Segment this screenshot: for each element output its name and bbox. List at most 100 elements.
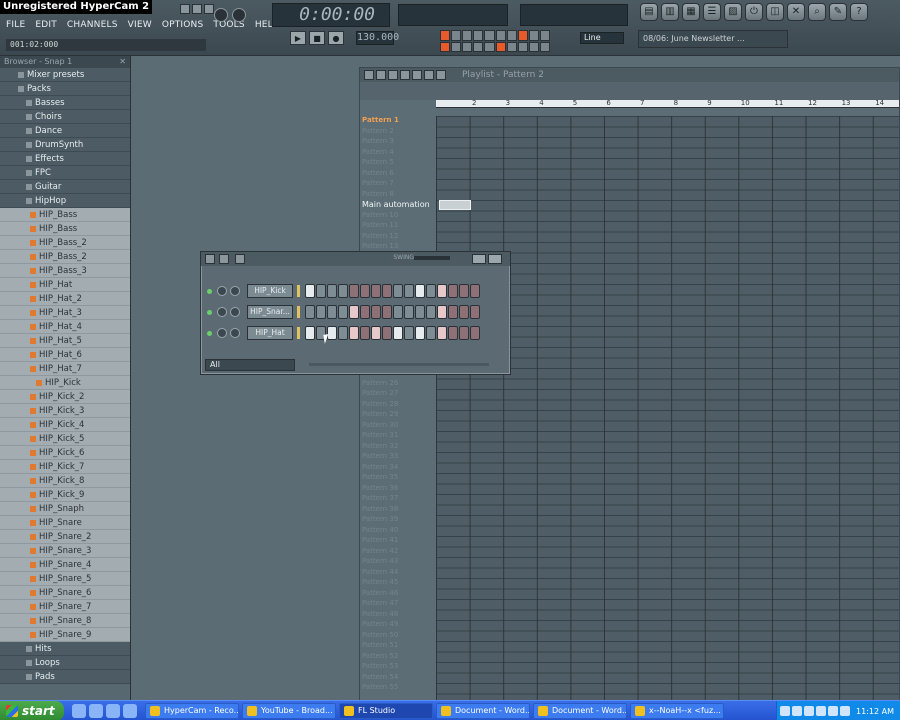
minimize-icon[interactable] [180, 4, 190, 14]
mode-button[interactable] [495, 30, 506, 41]
steps-icon[interactable] [488, 254, 502, 264]
window-menu-icon[interactable] [364, 70, 374, 80]
pattern-track-name[interactable]: Pattern 51 [362, 641, 434, 652]
menu-edit[interactable]: EDIT [35, 20, 57, 30]
paint-tool-icon[interactable] [388, 70, 398, 80]
menu-view[interactable]: VIEW [128, 20, 152, 30]
pattern-track-name[interactable]: Pattern 39 [362, 515, 434, 526]
play-button[interactable]: ▶ [290, 31, 306, 45]
render-icon[interactable]: ◫ [766, 3, 784, 21]
browser-file[interactable]: HIP_Snare_8 [0, 614, 130, 628]
browser-file[interactable]: HIP_Kick_2 [0, 390, 130, 404]
start-button[interactable]: start [0, 700, 64, 720]
pattern-track-name[interactable]: Pattern 28 [362, 400, 434, 411]
menu-channels[interactable]: CHANNELS [67, 20, 118, 30]
mode-button[interactable] [506, 41, 517, 52]
pattern-track-name[interactable]: Pattern 35 [362, 473, 434, 484]
mode-button[interactable] [506, 30, 517, 41]
channel-name-button[interactable]: HIP_Snar... [247, 305, 293, 319]
swing-slider[interactable] [414, 256, 450, 260]
pattern-track-name[interactable]: Pattern 50 [362, 631, 434, 642]
step-button[interactable] [437, 326, 447, 340]
taskbar-task[interactable]: Document - Word... [533, 702, 627, 719]
step-button[interactable] [393, 284, 403, 298]
step-sequencer-icon[interactable]: ▥ [661, 3, 679, 21]
email-launch-icon[interactable] [89, 703, 103, 718]
mode-button[interactable] [495, 41, 506, 52]
step-button[interactable] [316, 305, 326, 319]
step-button[interactable] [415, 305, 425, 319]
pattern-track-name[interactable]: Pattern 40 [362, 526, 434, 537]
step-button[interactable] [316, 284, 326, 298]
playlist-icon[interactable]: ▤ [640, 3, 658, 21]
pattern-track-name[interactable]: Pattern 44 [362, 568, 434, 579]
pattern-track-name[interactable]: Pattern 7 [362, 179, 434, 190]
channel-mute-led[interactable] [207, 330, 212, 336]
step-button[interactable] [459, 326, 469, 340]
playlist-ruler[interactable]: 2 3 4 5 6 7 8 9 10 11 12 13 14 [436, 99, 899, 108]
channel-volume-knob[interactable] [230, 307, 240, 317]
select-tool-icon[interactable] [412, 70, 422, 80]
delete-tool-icon[interactable] [400, 70, 410, 80]
channel-pan-knob[interactable] [217, 286, 227, 296]
mode-button[interactable] [451, 41, 462, 52]
browser-file[interactable]: HIP_Snare_5 [0, 572, 130, 586]
browser-file[interactable]: HIP_Bass [0, 208, 130, 222]
stop-button[interactable]: ■ [309, 31, 325, 45]
browser-file[interactable]: HIP_Bass_3 [0, 264, 130, 278]
browser-file[interactable]: HIP_Kick_8 [0, 474, 130, 488]
browser-folder[interactable]: Mixer presets [0, 68, 130, 82]
close-icon[interactable]: ✕ [119, 57, 126, 67]
step-button[interactable] [360, 284, 370, 298]
step-button[interactable] [448, 305, 458, 319]
step-button[interactable] [393, 326, 403, 340]
browser-folder[interactable]: Guitar [0, 180, 130, 194]
step-button[interactable] [393, 305, 403, 319]
channel-mute-led[interactable] [207, 309, 212, 315]
step-button[interactable] [338, 305, 348, 319]
step-button[interactable] [404, 284, 414, 298]
master-pitch-knob[interactable] [232, 8, 246, 22]
pattern-track-name[interactable]: Main automation [362, 200, 434, 211]
zoom-tool-icon[interactable] [424, 70, 434, 80]
settings-icon[interactable]: ✎ [829, 3, 847, 21]
help-icon[interactable]: ? [850, 3, 868, 21]
step-button[interactable] [415, 284, 425, 298]
pattern-track-name[interactable]: Pattern 2 [362, 127, 434, 138]
browser-folder[interactable]: Choirs [0, 110, 130, 124]
step-button[interactable] [382, 326, 392, 340]
taskbar-task[interactable]: HyperCam - Reco... [145, 702, 239, 719]
step-button[interactable] [338, 284, 348, 298]
step-button[interactable] [382, 305, 392, 319]
step-button[interactable] [371, 326, 381, 340]
browser-file[interactable]: HIP_Hat_4 [0, 320, 130, 334]
cpu-icon[interactable]: ⏻ [745, 3, 763, 21]
pattern-track-name[interactable]: Pattern 33 [362, 452, 434, 463]
channel-name-button[interactable]: HIP_Kick [247, 284, 293, 298]
automation-clip[interactable] [439, 200, 471, 210]
taskbar-task[interactable]: Document - Word... [436, 702, 530, 719]
browser-file[interactable]: HIP_Bass_2 [0, 236, 130, 250]
browser-folder[interactable]: DrumSynth [0, 138, 130, 152]
mode-button[interactable] [484, 30, 495, 41]
mode-button[interactable] [451, 30, 462, 41]
pattern-track-name[interactable]: Pattern 55 [362, 683, 434, 694]
tray-icon[interactable] [804, 706, 815, 716]
pattern-track-name[interactable]: Pattern 30 [362, 421, 434, 432]
plugin-icon[interactable]: ✕ [787, 3, 805, 21]
window-menu-icon[interactable] [205, 254, 215, 264]
browser-file[interactable]: HIP_Kick_5 [0, 432, 130, 446]
step-button[interactable] [338, 326, 348, 340]
browser-file[interactable]: HIP_Snare_9 [0, 628, 130, 642]
browser-folder[interactable]: HipHop [0, 194, 130, 208]
step-button[interactable] [305, 284, 315, 298]
draw-tool-icon[interactable] [376, 70, 386, 80]
mode-button[interactable] [528, 41, 539, 52]
browser-file[interactable]: HIP_Bass [0, 222, 130, 236]
mode-button[interactable] [539, 30, 550, 41]
volume-icon[interactable] [840, 706, 851, 716]
mode-button[interactable] [539, 41, 550, 52]
pattern-track-name[interactable]: Pattern 27 [362, 389, 434, 400]
pattern-track-name[interactable]: Pattern 42 [362, 547, 434, 558]
step-button[interactable] [404, 326, 414, 340]
